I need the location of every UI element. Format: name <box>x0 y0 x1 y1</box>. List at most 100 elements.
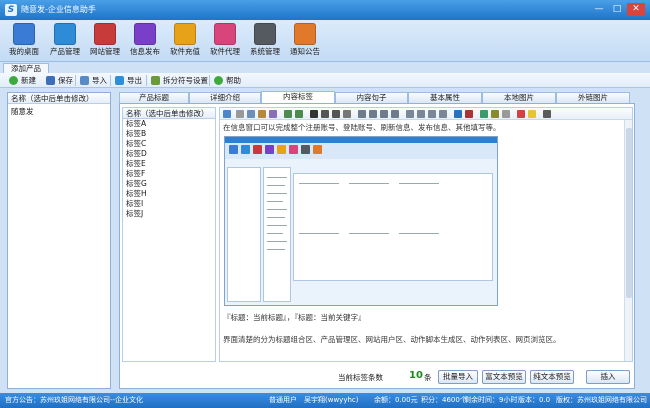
tab-external-images[interactable]: 外链图片 <box>556 92 630 103</box>
maximize-button[interactable]: □ <box>608 3 626 16</box>
new-button[interactable]: 新建 <box>9 74 36 87</box>
tab-local-images[interactable]: 本地图片 <box>482 92 556 103</box>
strikethrough-icon[interactable] <box>343 110 351 118</box>
paste-text-icon[interactable] <box>269 110 277 118</box>
embedded-icon <box>313 145 322 154</box>
tab-content-sentences[interactable]: 内容句子 <box>335 92 408 103</box>
balance: 余额：0.00元 <box>374 396 418 404</box>
bg-color-icon[interactable] <box>528 110 536 118</box>
embedded-line <box>267 225 287 226</box>
bullet-list-icon[interactable] <box>369 110 377 118</box>
user-type: 普通用户 <box>269 396 297 404</box>
help-icon <box>214 76 223 85</box>
source-icon[interactable] <box>223 110 231 118</box>
table-icon[interactable] <box>491 110 499 118</box>
import-button[interactable]: 导入 <box>80 74 107 87</box>
toolbar-site-manage[interactable]: 网站管理 <box>84 22 126 60</box>
help-button[interactable]: 帮助 <box>214 74 241 87</box>
bold-icon[interactable] <box>310 110 318 118</box>
home-icon <box>13 23 35 45</box>
toolbar-recharge[interactable]: 软件充值 <box>164 22 206 60</box>
copy-icon[interactable] <box>247 110 255 118</box>
print-icon[interactable] <box>543 110 551 118</box>
toolbar-notice[interactable]: 通知公告 <box>284 22 326 60</box>
outdent-icon[interactable] <box>380 110 388 118</box>
list-item[interactable]: 标签I <box>123 199 215 209</box>
editor-paragraph: 『标题：当前标题』，『标题：当前关键字』 <box>223 313 366 322</box>
list-item[interactable]: 标签F <box>123 169 215 179</box>
tag-count-value: 10 <box>409 370 423 381</box>
gear-icon <box>254 23 276 45</box>
version: 版本：0.0 <box>518 396 551 404</box>
tag-list[interactable]: 名称（选中后单击修改） 标签A 标签B 标签C 标签D 标签E 标签F 标签G … <box>122 107 216 362</box>
list-item[interactable]: 标签C <box>123 139 215 149</box>
editor-content[interactable]: 在信息窗口可以完成整个注册账号、登陆账号、刷新信息、发布信息、其他填写等。 『标… <box>223 122 623 360</box>
embedded-icon <box>289 145 298 154</box>
list-item[interactable]: 随意发 <box>11 106 34 117</box>
export-button[interactable]: 导出 <box>115 74 142 87</box>
toolbar-agent[interactable]: 软件代理 <box>204 22 246 60</box>
list-item[interactable]: 标签B <box>123 129 215 139</box>
toolbar-info-publish[interactable]: 信息发布 <box>124 22 166 60</box>
app-logo-icon: S <box>5 4 17 16</box>
editor-vertical-scrollbar[interactable] <box>624 120 632 361</box>
list-item[interactable]: 标签G <box>123 179 215 189</box>
save-button[interactable]: 保存 <box>46 74 73 87</box>
minimize-button[interactable]: — <box>590 3 608 16</box>
recharge-icon <box>174 23 196 45</box>
unlink-icon[interactable] <box>465 110 473 118</box>
align-justify-icon[interactable] <box>439 110 447 118</box>
official-notice[interactable]: 官方公告：苏州玖姐网络有限公司--企业文化 <box>5 393 143 408</box>
notice-icon <box>294 23 316 45</box>
tag-list-header: 名称（选中后单击修改） <box>123 108 215 119</box>
toolbar-my-desktop[interactable]: 我的桌面 <box>3 22 45 60</box>
insert-button[interactable]: 插入 <box>586 370 630 384</box>
undo-icon[interactable] <box>284 110 292 118</box>
align-center-icon[interactable] <box>417 110 425 118</box>
tab-content-tags[interactable]: 内容标签 <box>261 91 335 103</box>
embedded-line <box>267 185 285 186</box>
paste-icon[interactable] <box>258 110 266 118</box>
new-label: 新建 <box>21 76 36 85</box>
tab-detail-intro[interactable]: 详细介绍 <box>189 92 261 103</box>
list-item[interactable]: 标签A <box>123 119 215 129</box>
list-item[interactable]: 标签D <box>123 149 215 159</box>
image-icon[interactable] <box>480 110 488 118</box>
list-item[interactable]: 标签J <box>123 209 215 219</box>
horizontal-rule-icon[interactable] <box>502 110 510 118</box>
align-right-icon[interactable] <box>428 110 436 118</box>
italic-icon[interactable] <box>321 110 329 118</box>
publish-icon <box>134 23 156 45</box>
close-button[interactable]: ✕ <box>627 3 645 16</box>
split-icon <box>151 76 160 85</box>
save-icon <box>46 76 55 85</box>
split-symbol-setting-button[interactable]: 拆分符号设置 <box>151 74 208 87</box>
underline-icon[interactable] <box>332 110 340 118</box>
help-label: 帮助 <box>226 76 241 85</box>
list-item[interactable]: 标签H <box>123 189 215 199</box>
tab-basic-attributes[interactable]: 基本属性 <box>408 92 482 103</box>
cut-icon[interactable] <box>236 110 244 118</box>
tab-product-title[interactable]: 产品标题 <box>119 92 189 103</box>
list-item[interactable]: 标签E <box>123 159 215 169</box>
rich-text-editor[interactable]: 在信息窗口可以完成整个注册账号、登陆账号、刷新信息、发布信息、其他填写等。 『标… <box>219 107 633 362</box>
align-left-icon[interactable] <box>406 110 414 118</box>
divider <box>110 75 111 86</box>
plain-text-preview-button[interactable]: 纯文本预览 <box>530 370 574 384</box>
embedded-icon <box>301 145 310 154</box>
link-icon[interactable] <box>454 110 462 118</box>
product-name-list[interactable]: 名称（选中后单击修改） 随意发 <box>7 92 111 389</box>
batch-import-button[interactable]: 批量导入 <box>438 370 478 384</box>
embedded-line <box>399 183 439 184</box>
embedded-line <box>267 193 287 194</box>
redo-icon[interactable] <box>295 110 303 118</box>
toolbar-product-manage[interactable]: 产品管理 <box>44 22 86 60</box>
toolbar-label: 软件充值 <box>170 47 200 56</box>
indent-icon[interactable] <box>391 110 399 118</box>
rich-text-preview-button[interactable]: 富文本预览 <box>482 370 526 384</box>
import-icon <box>80 76 89 85</box>
ordered-list-icon[interactable] <box>358 110 366 118</box>
toolbar-system-manage[interactable]: 系统管理 <box>244 22 286 60</box>
scrollbar-thumb[interactable] <box>626 128 632 298</box>
text-color-icon[interactable] <box>517 110 525 118</box>
